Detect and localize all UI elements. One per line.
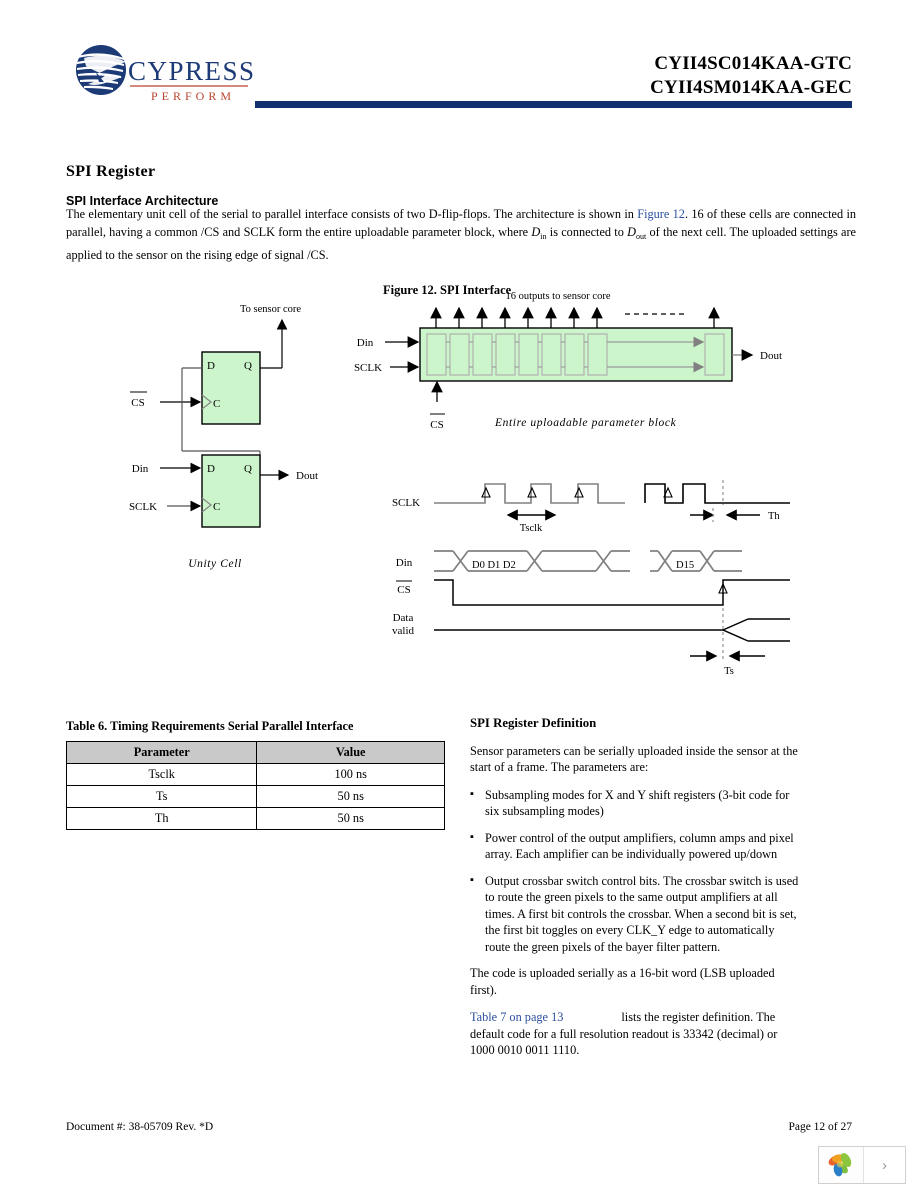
table-header-row: Parameter Value: [65, 741, 445, 764]
intro-text-part3: is connected to: [549, 225, 624, 239]
figure-12-svg: D Q C CS To sensor core D Q C Din SCLK D…: [129, 291, 790, 677]
pdf-viewer-widget: ›: [818, 1146, 906, 1184]
page-title: SPI Register: [66, 162, 156, 180]
part-numbers: CYII4SC014KAA-GTC CYII4SM014KAA-GEC: [650, 52, 852, 100]
cypress-logo-svg: CYPRESS PERFORM: [76, 45, 256, 103]
header-rule: [255, 101, 852, 108]
svg-text:CS: CS: [397, 584, 410, 596]
table-row: Th 50 ns: [65, 807, 445, 830]
cell-value: 50 ns: [256, 785, 445, 808]
svg-text:SCLK: SCLK: [354, 362, 382, 374]
cell-parameter: Th: [65, 807, 258, 830]
logo-wordmark: CYPRESS: [128, 56, 256, 86]
svg-text:D: D: [207, 360, 215, 372]
svg-text:CS: CS: [430, 419, 443, 431]
next-page-button[interactable]: ›: [864, 1147, 905, 1183]
part-number-1: CYII4SC014KAA-GTC: [654, 53, 852, 74]
svg-text:Q: Q: [244, 463, 252, 475]
svg-text:Tsclk: Tsclk: [520, 523, 543, 534]
part-number-2: CYII4SM014KAA-GEC: [650, 77, 852, 98]
figure-12-spi-interface: D Q C CS To sensor core D Q C Din SCLK D…: [0, 290, 918, 690]
code-upload-paragraph: The code is uploaded serially as a 16-bi…: [470, 966, 775, 997]
petal-logo: [828, 1153, 852, 1177]
cell-parameter: Ts: [65, 785, 258, 808]
table-row: Tsclk 100 ns: [65, 763, 445, 786]
d-in-symbol: D: [531, 225, 541, 239]
table-6-caption: Table 6. Timing Requirements Serial Para…: [66, 719, 354, 733]
svg-text:16 outputs to sensor core: 16 outputs to sensor core: [506, 291, 611, 302]
svg-text:Unity Cell: Unity Cell: [188, 558, 242, 570]
svg-text:CS: CS: [131, 397, 144, 409]
timing-diagram: SCLK Din CS Data valid Tsclk Th D0 D1 D2…: [392, 480, 790, 677]
list-item: Subsampling modes for X and Y shift regi…: [470, 786, 800, 820]
svg-text:Din: Din: [396, 557, 413, 569]
din-bits-first: D0 D1 D2: [472, 560, 516, 571]
spi-register-definition-section: SPI Register Definition Sensor parameter…: [470, 715, 800, 1070]
timing-requirements-table: Parameter Value Tsclk 100 ns Ts 50 ns Th…: [65, 741, 445, 830]
logo-tagline: PERFORM: [151, 89, 235, 103]
svg-text:Dout: Dout: [296, 470, 318, 482]
list-item: Power control of the output amplifiers, …: [470, 829, 800, 863]
cell-value: 100 ns: [256, 763, 445, 786]
svg-text:Din: Din: [357, 337, 374, 349]
svg-text:valid: valid: [392, 625, 414, 637]
svg-text:Data: Data: [393, 612, 414, 624]
register-definition-title: SPI Register Definition: [470, 716, 597, 730]
table-7-link[interactable]: Table 7 on page 13: [470, 1010, 563, 1024]
cell-parameter: Tsclk: [65, 763, 258, 786]
register-definition-intro: Sensor parameters can be serially upload…: [470, 743, 798, 775]
svg-text:Th: Th: [768, 511, 780, 522]
list-item: Output crossbar switch control bits. The…: [470, 872, 800, 956]
svg-text:SCLK: SCLK: [129, 501, 157, 513]
svg-text:C: C: [213, 398, 220, 410]
parameter-bullet-list: Subsampling modes for X and Y shift regi…: [470, 786, 800, 956]
petal-logo-button[interactable]: [819, 1147, 864, 1183]
intro-paragraph: The elementary unit cell of the serial t…: [66, 205, 856, 264]
svg-text:Din: Din: [132, 463, 149, 475]
intro-text-part1: The elementary unit cell of the serial t…: [66, 207, 634, 221]
d-in-subscript: in: [540, 232, 547, 241]
din-bits-last: D15: [676, 560, 694, 571]
cell-value: 50 ns: [256, 807, 445, 830]
svg-text:Ts: Ts: [724, 666, 734, 677]
column-header-value: Value: [256, 741, 445, 764]
svg-text:Entire uploadable paramete: Entire uploadable parameter block: [494, 417, 677, 429]
cypress-logo: CYPRESS PERFORM: [66, 44, 266, 112]
svg-text:Dout: Dout: [760, 350, 782, 362]
closing-paragraph: Table 7 on page 13 lists the register def…: [470, 1009, 800, 1059]
svg-text:C: C: [213, 501, 220, 513]
d-out-subscript: out: [636, 232, 647, 241]
table-row: Ts 50 ns: [65, 785, 445, 808]
d-out-symbol: D: [627, 225, 637, 239]
svg-text:To sensor core: To sensor core: [240, 304, 301, 315]
unit-cell-diagram: D Q C CS To sensor core D Q C Din SCLK D…: [129, 304, 318, 570]
figure-12-link[interactable]: Figure 12: [637, 207, 685, 221]
page-header: CYPRESS PERFORM CYII4SC014KAA-GTC CYII4S…: [0, 0, 918, 120]
svg-text:D: D: [207, 463, 215, 475]
parameter-block-diagram: 16 outputs to sensor core Din SCLK Dout …: [354, 291, 782, 431]
footer-page-number: Page 12 of 27: [788, 1121, 852, 1133]
column-header-parameter: Parameter: [65, 741, 258, 764]
svg-text:Q: Q: [244, 360, 252, 372]
svg-text:SCLK: SCLK: [392, 497, 420, 509]
footer-document-id: Document #: 38-05709 Rev. *D: [66, 1121, 214, 1133]
